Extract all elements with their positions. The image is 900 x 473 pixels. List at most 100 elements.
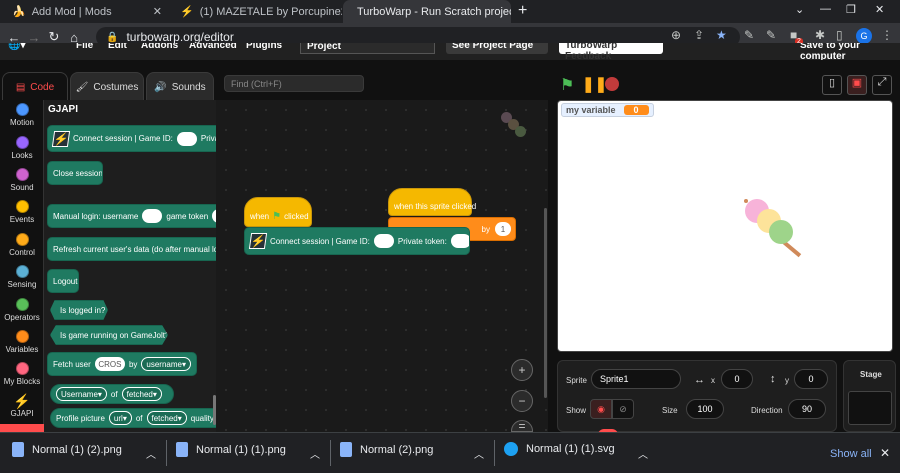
restore-icon[interactable]: ❐ [846,3,856,16]
profile-picture-reporter[interactable]: Profile picture url ▾ of fetched ▾ quali… [50,408,216,428]
close-tab-icon[interactable]: ✕ [153,5,162,18]
category-control[interactable]: Control [0,233,44,257]
when-flag-clicked-hat[interactable]: when ⚑ clicked [244,197,312,227]
is-game-running-block[interactable]: Is game running on GameJolt? [50,325,168,345]
share-icon[interactable]: ⇪ [694,28,704,42]
download-item[interactable]: Normal (1) (2).png [12,442,122,457]
stop-icon[interactable] [605,77,619,91]
sprite-info-pane: Sprite Sprite1 ↔ x 0 ↕ y 0 Show ◉ ⊘ Size… [557,360,837,435]
tab-sounds[interactable]: 🔊 Sounds [146,72,214,102]
pause-icon[interactable]: ❚❚ [582,75,607,93]
zoom-in-icon[interactable]: + [511,359,533,381]
side-panel-icon[interactable]: ▯ [836,28,843,42]
project-title-field[interactable]: Project [300,43,435,54]
category-motion[interactable]: Motion [0,103,44,127]
find-input[interactable]: Find (Ctrl+F) [224,75,364,92]
menu-edit[interactable]: Edit [108,43,127,51]
hide-eye-icon[interactable]: ⊘ [612,399,634,419]
private-token-slot[interactable] [450,234,469,248]
save-to-computer-link[interactable]: Save to your computer [800,43,900,60]
chevron-up-icon[interactable]: ︿ [638,446,648,461]
menu-file[interactable]: File [76,43,93,51]
browser-tab-mods[interactable]: 🍌 Add Mod | Mods ✕ [4,0,170,23]
category-variables[interactable]: Variables [0,330,44,354]
url-dropdown[interactable]: url ▾ [108,411,132,425]
browser-tab-turbowarp[interactable]: TurboWarp - Run Scratch project ✕ [343,0,511,23]
change-by-input[interactable]: 1 [495,222,511,236]
dango-sprite[interactable] [744,199,808,259]
refresh-user-block[interactable]: Refresh current user's data (do after ma… [47,237,216,261]
small-stage-icon[interactable]: ▯ [822,75,842,95]
show-all-downloads-link[interactable]: Show all [830,448,872,460]
workspace-scrollbar[interactable] [544,208,547,398]
stage-selector[interactable]: Stage [843,360,896,432]
is-logged-in-block[interactable]: Is logged in? [50,300,108,320]
extension-icon[interactable]: ✎ [766,28,776,42]
fetch-user-input[interactable]: CROS [94,357,125,371]
category-events[interactable]: Events [0,200,44,224]
stage-canvas[interactable] [557,100,893,352]
logout-block[interactable]: Logout [47,269,79,293]
chevron-up-icon[interactable]: ︿ [146,446,156,461]
fetch-user-block[interactable]: Fetch user CROS by username ▾ [47,352,197,376]
username-slot[interactable] [142,209,163,223]
download-item[interactable]: Normal (1) (1).svg [504,442,615,456]
category-looks[interactable]: Looks [0,136,44,160]
direction-input[interactable]: 90 [788,399,826,419]
close-downloads-icon[interactable]: ✕ [880,446,890,460]
download-item[interactable]: Normal (1) (1).png [176,442,286,457]
install-app-icon[interactable]: ⊕ [671,28,681,42]
tab-costumes[interactable]: 🖌 Costumes [70,72,144,102]
browser-tab-mazetale[interactable]: ⚡ (1) MAZETALE by Porcupine2009 ✕ [172,0,342,23]
variable-monitor[interactable]: my variable 0 [561,103,654,117]
menu-addons[interactable]: Addons [141,43,178,51]
tab-code[interactable]: ▤ Code [2,72,68,102]
fetched-dropdown[interactable]: fetched ▾ [146,411,187,425]
game-id-slot[interactable] [176,131,197,146]
field-dropdown[interactable]: Username ▾ [56,387,107,401]
chevron-up-icon[interactable]: ︿ [474,446,484,461]
connect-session-block[interactable]: ⚡ Connect session | Game ID: Private tok… [244,227,470,255]
x-input[interactable]: 0 [721,369,753,389]
large-stage-icon[interactable]: ▣ [847,75,867,95]
show-visible-eye-icon[interactable]: ◉ [590,399,612,419]
category-sound[interactable]: Sound [0,168,44,192]
y-input[interactable]: 0 [794,369,828,389]
tab-search-icon[interactable]: ⌄ [795,3,804,16]
bookmark-star-icon[interactable]: ★ [716,28,727,42]
when-sprite-clicked-hat[interactable]: when this sprite clicked [388,188,476,216]
menu-advanced[interactable]: Advanced [189,43,237,51]
fetched-dropdown[interactable]: fetched ▾ [121,387,162,401]
language-globe-icon[interactable]: 🌐▾ [8,43,25,51]
kebab-menu-icon[interactable]: ⋮ [881,28,893,42]
category-sensing[interactable]: Sensing [0,265,44,289]
menu-plugins[interactable]: Plugins [246,43,282,51]
close-window-icon[interactable]: ✕ [875,3,884,16]
stage-thumbnail[interactable] [848,391,892,425]
sprite-name-input[interactable]: Sprite1 [591,369,681,389]
download-item[interactable]: Normal (2).png [340,442,433,457]
category-gjapi[interactable]: ⚡ GJAPI [0,393,44,418]
user-field-reporter[interactable]: Username ▾ of fetched ▾ [50,384,174,404]
fetch-by-dropdown[interactable]: username ▾ [141,357,191,371]
feedback-button[interactable]: TurboWarp Feedback [559,43,663,60]
game-id-slot[interactable] [373,234,394,248]
extension-icon[interactable]: ✎ [744,28,754,42]
download-filename: Normal (1) (1).png [196,443,286,456]
zoom-out-icon[interactable]: − [511,390,533,412]
fullscreen-icon[interactable]: ⤢ [872,75,892,95]
manual-login-block[interactable]: Manual login: username game token [47,204,216,228]
script-workspace[interactable]: when this sprite clicked by 1 when ⚑ cli… [216,100,548,432]
profile-avatar[interactable]: G [856,28,872,44]
new-tab-button[interactable]: + [518,2,527,20]
category-my-blocks[interactable]: My Blocks [0,362,44,386]
chevron-up-icon[interactable]: ︿ [310,446,320,461]
category-operators[interactable]: Operators [0,298,44,322]
close-session-block[interactable]: Close session [47,161,103,185]
size-input[interactable]: 100 [686,399,724,419]
connect-session-block[interactable]: ⚡ Connect session | Game ID: Private [47,125,216,152]
minimize-icon[interactable]: — [820,3,831,15]
extensions-puzzle-icon[interactable]: ✱ [815,28,825,42]
see-project-page-button[interactable]: See Project Page [446,43,548,54]
green-flag-icon[interactable]: ⚑ [560,75,574,95]
